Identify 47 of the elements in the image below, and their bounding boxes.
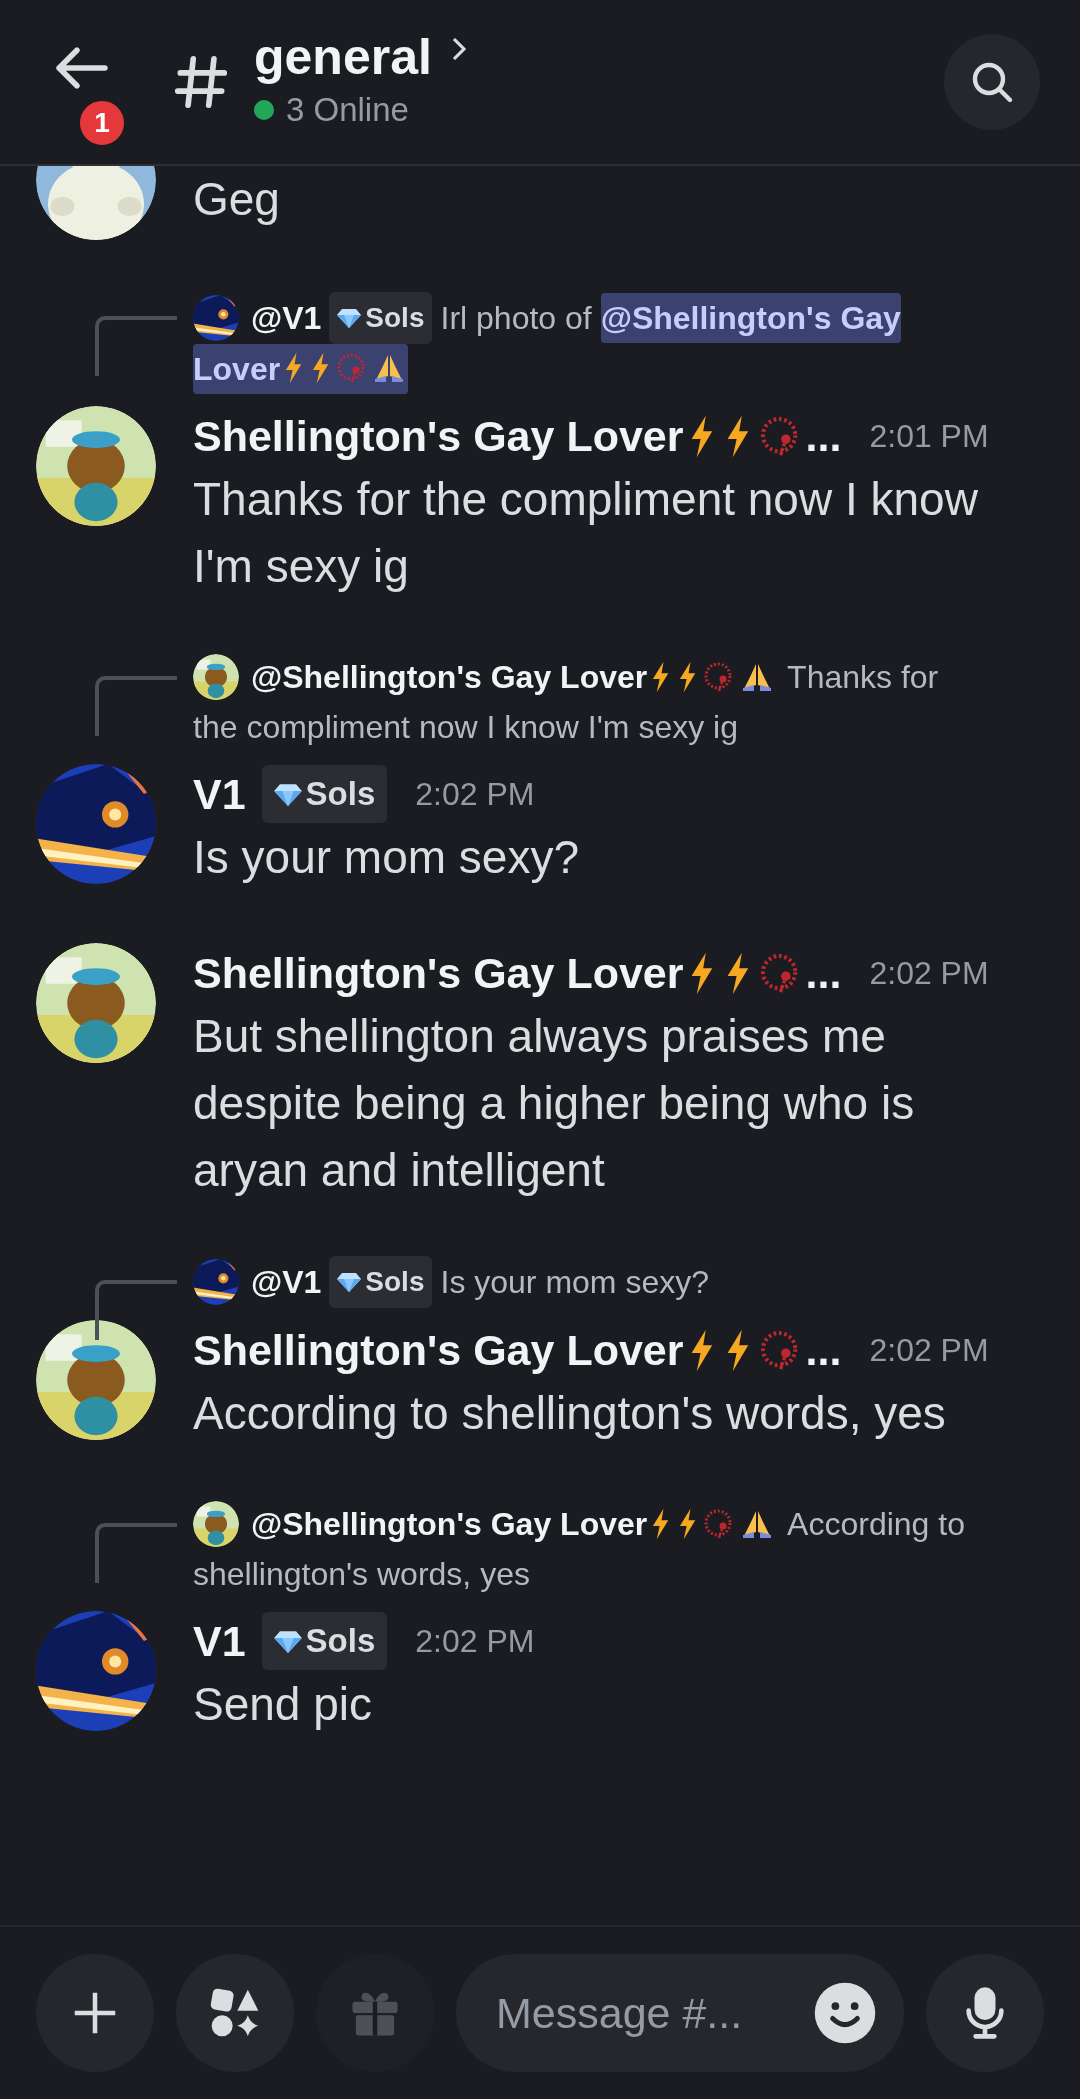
reply-author[interactable]: @Shellington's Gay Lover: [251, 1499, 776, 1549]
message-text: Geg: [193, 172, 281, 227]
lightning-icon: [677, 1508, 698, 1540]
gem-icon: [273, 1629, 302, 1653]
timestamp: 2:01 PM: [869, 417, 989, 456]
reply-text: Irl photo of: [440, 299, 592, 338]
reply-text: Is your mom sexy?: [440, 1263, 709, 1302]
gem-icon: [337, 308, 362, 328]
online-count: 3 Online: [286, 90, 409, 131]
role-badge: Sols: [261, 765, 388, 823]
lightning-icon: [651, 1508, 671, 1540]
gem-icon: [337, 1272, 362, 1292]
mention-link[interactable]: Lover: [193, 344, 408, 394]
channel-name[interactable]: general: [254, 29, 432, 86]
lightning-icon: [283, 351, 304, 384]
message-text: Thanks for the compliment now I know I'm sexy ig: [193, 472, 979, 594]
timestamp: 2:02 PM: [415, 1622, 535, 1661]
reply-text: shellington's words, yes: [193, 1555, 530, 1594]
reply-author[interactable]: @V1: [251, 1257, 322, 1307]
author-name[interactable]: Shellington's Gay Lover ...: [193, 1317, 842, 1383]
gem-icon: [273, 782, 302, 806]
message-text: Send pic: [193, 1677, 373, 1732]
role-badge: Sols: [329, 1256, 433, 1308]
timestamp: 2:02 PM: [415, 775, 535, 814]
message-input[interactable]: Message #...: [496, 1980, 812, 2046]
reply-text: the compliment now I know I'm sexy ig: [193, 708, 738, 747]
lightning-icon: [677, 661, 698, 693]
lightning-icon: [310, 351, 330, 384]
timestamp: 2:02 PM: [869, 1331, 989, 1370]
author-name[interactable]: Shellington's Gay Lover ...: [193, 403, 842, 469]
timestamp: 2:02 PM: [869, 954, 989, 993]
message-bar[interactable]: Message #...: [456, 1954, 904, 2072]
author-name[interactable]: V1: [193, 1608, 246, 1674]
message-text: According to shellington's words, yes: [193, 1386, 947, 1441]
lightning-icon: [651, 661, 671, 693]
reply-text: According to: [787, 1505, 965, 1544]
author-name[interactable]: V1: [193, 761, 246, 827]
smiley-icon[interactable]: [812, 1980, 878, 2046]
author-name[interactable]: Shellington's Gay Lover ...: [193, 940, 842, 1006]
message-text: Is your mom sexy?: [193, 830, 580, 885]
message-text: But shellington always praises me despite being a higher being who is aryan and intelligent: [193, 1009, 916, 1198]
mention-link[interactable]: @Shellington's Gay: [600, 293, 901, 343]
reply-author[interactable]: @V1: [251, 293, 322, 343]
reply-author[interactable]: @Shellington's Gay Lover: [251, 652, 776, 702]
role-badge: Sols: [329, 292, 433, 344]
reply-text: Thanks for: [787, 658, 939, 697]
role-badge: Sols: [261, 1612, 388, 1670]
